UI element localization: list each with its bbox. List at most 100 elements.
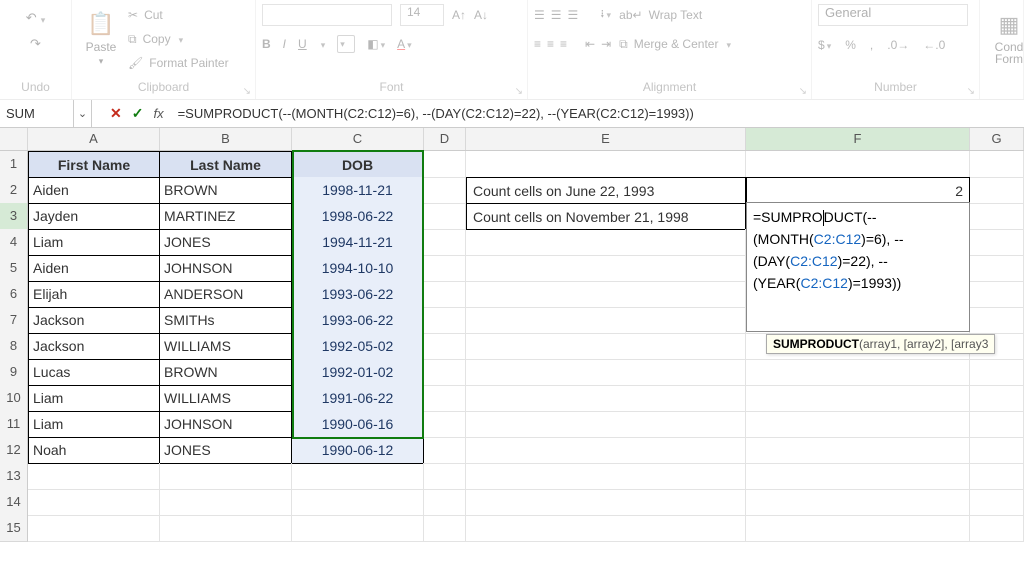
format-painter-button[interactable]: 🖌Format Painter <box>128 52 229 74</box>
cancel-formula-button[interactable]: ✕ <box>110 105 122 122</box>
cell-C2[interactable]: 1998-11-21 <box>292 177 424 204</box>
col-header-A[interactable]: A <box>28 128 160 150</box>
cell-G9[interactable] <box>970 359 1024 386</box>
cell-B14[interactable] <box>160 489 292 516</box>
fx-button[interactable]: fx <box>153 106 163 121</box>
font-color-button[interactable]: A <box>397 37 412 51</box>
cell-G4[interactable] <box>970 229 1024 256</box>
cell-A14[interactable] <box>28 489 160 516</box>
paste-button[interactable]: 📋 Paste ▾ <box>78 2 124 74</box>
row-header[interactable]: 10 <box>0 385 28 412</box>
cell-A10[interactable]: Liam <box>28 385 160 412</box>
dec-decimal-icon[interactable]: ←.0 <box>923 38 945 52</box>
cell-G15[interactable] <box>970 515 1024 542</box>
cell-C15[interactable] <box>292 515 424 542</box>
align-top-icon[interactable]: ☰ <box>534 8 545 22</box>
cell-D10[interactable] <box>424 385 466 412</box>
align-right-icon[interactable]: ≡ <box>560 37 567 51</box>
col-header-E[interactable]: E <box>466 128 746 150</box>
orientation-icon[interactable]: ⭭ <box>600 5 611 26</box>
increase-indent-icon[interactable]: ⇥ <box>601 37 611 51</box>
cell-D13[interactable] <box>424 463 466 490</box>
cell-B12[interactable]: JONES <box>160 437 292 464</box>
cell-B6[interactable]: ANDERSON <box>160 281 292 308</box>
cell-B13[interactable] <box>160 463 292 490</box>
cell-G10[interactable] <box>970 385 1024 412</box>
cell-E5[interactable] <box>466 255 746 282</box>
number-format-select[interactable]: General <box>818 4 968 26</box>
copy-button[interactable]: ⧉Copy <box>128 28 229 50</box>
cell-C7[interactable]: 1993-06-22 <box>292 307 424 334</box>
cell-A13[interactable] <box>28 463 160 490</box>
select-all-corner[interactable] <box>0 128 28 150</box>
cell-B7[interactable]: SMITHs <box>160 307 292 334</box>
col-header-D[interactable]: D <box>424 128 466 150</box>
cell-B1[interactable]: Last Name <box>160 151 292 178</box>
cell-A9[interactable]: Lucas <box>28 359 160 386</box>
cell-F11[interactable] <box>746 411 970 438</box>
cell-A15[interactable] <box>28 515 160 542</box>
cell-F15[interactable] <box>746 515 970 542</box>
decrease-indent-icon[interactable]: ⇤ <box>585 37 595 51</box>
borders-button[interactable] <box>337 35 355 53</box>
italic-button[interactable]: I <box>283 37 286 51</box>
row-header[interactable]: 3 <box>0 203 28 230</box>
cell-C6[interactable]: 1993-06-22 <box>292 281 424 308</box>
cell-C9[interactable]: 1992-01-02 <box>292 359 424 386</box>
font-size-select[interactable]: 14 <box>400 4 444 26</box>
cell-F10[interactable] <box>746 385 970 412</box>
cell-B9[interactable]: BROWN <box>160 359 292 386</box>
percent-icon[interactable]: % <box>845 38 856 52</box>
increase-font-icon[interactable]: A↑ <box>452 8 466 22</box>
cell-A4[interactable]: Liam <box>28 229 160 256</box>
cell-A2[interactable]: Aiden <box>28 177 160 204</box>
cell-C1[interactable]: DOB <box>292 151 424 178</box>
cell-G3[interactable] <box>970 203 1024 230</box>
redo-button[interactable]: ↷ <box>26 34 45 54</box>
decrease-font-icon[interactable]: A↓ <box>474 8 488 22</box>
cell-D3[interactable] <box>424 203 466 230</box>
cell-A12[interactable]: Noah <box>28 437 160 464</box>
col-header-F[interactable]: F <box>746 128 970 150</box>
align-bottom-icon[interactable]: ☰ <box>568 8 579 22</box>
cell-D1[interactable] <box>424 151 466 178</box>
cell-G11[interactable] <box>970 411 1024 438</box>
cell-E10[interactable] <box>466 385 746 412</box>
cell-G14[interactable] <box>970 489 1024 516</box>
cell-F12[interactable] <box>746 437 970 464</box>
row-header[interactable]: 13 <box>0 463 28 490</box>
row-header[interactable]: 2 <box>0 177 28 204</box>
cell-B4[interactable]: JONES <box>160 229 292 256</box>
row-header[interactable]: 11 <box>0 411 28 438</box>
cell-C13[interactable] <box>292 463 424 490</box>
cell-E9[interactable] <box>466 359 746 386</box>
cell-A5[interactable]: Aiden <box>28 255 160 282</box>
cell-D4[interactable] <box>424 229 466 256</box>
clipboard-launcher-icon[interactable]: ↘ <box>243 86 251 97</box>
bold-button[interactable]: B <box>262 37 271 51</box>
cell-D11[interactable] <box>424 411 466 438</box>
name-box-dropdown[interactable]: ⌄ <box>74 100 92 127</box>
cond-format-button[interactable]: ▦ Cond Form <box>986 2 1024 74</box>
row-header[interactable]: 5 <box>0 255 28 282</box>
cell-A1[interactable]: First Name <box>28 151 160 178</box>
inc-decimal-icon[interactable]: .0→ <box>887 38 909 52</box>
cell-C3[interactable]: 1998-06-22 <box>292 203 424 230</box>
cell-F14[interactable] <box>746 489 970 516</box>
cell-E2[interactable]: Count cells on June 22, 1993 <box>466 177 746 204</box>
cell-edit-overlay[interactable]: =SUMPRODUCT(--(MONTH(C2:C12)=6), --(DAY(… <box>746 202 970 332</box>
cell-G5[interactable] <box>970 255 1024 282</box>
cell-C4[interactable]: 1994-11-21 <box>292 229 424 256</box>
cell-B2[interactable]: BROWN <box>160 177 292 204</box>
cell-G7[interactable] <box>970 307 1024 334</box>
row-header[interactable]: 6 <box>0 281 28 308</box>
col-header-B[interactable]: B <box>160 128 292 150</box>
cell-E11[interactable] <box>466 411 746 438</box>
row-header[interactable]: 12 <box>0 437 28 464</box>
cell-A8[interactable]: Jackson <box>28 333 160 360</box>
cell-C11[interactable]: 1990-06-16 <box>292 411 424 438</box>
cell-E3[interactable]: Count cells on November 21, 1998 <box>466 203 746 230</box>
cell-E15[interactable] <box>466 515 746 542</box>
cell-A11[interactable]: Liam <box>28 411 160 438</box>
fill-color-button[interactable]: ◧ <box>367 37 385 51</box>
